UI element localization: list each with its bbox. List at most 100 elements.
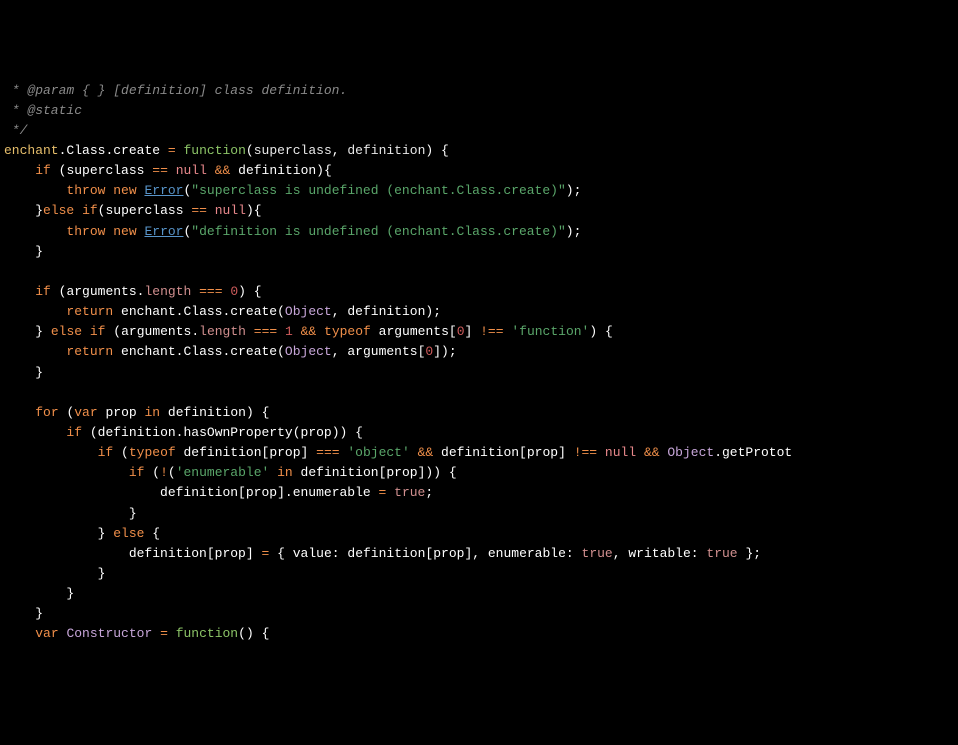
- token-bracket: ]: [301, 445, 309, 460]
- token-identifier: Class: [183, 344, 222, 359]
- token-function-keyword: function: [184, 143, 246, 158]
- token-string: "definition is undefined (enchant.Class.…: [191, 224, 565, 239]
- token-paren: ): [246, 626, 254, 641]
- token-keyword: var: [35, 626, 58, 641]
- token-semicolon: ;: [574, 183, 582, 198]
- comment-line: * @static: [4, 103, 82, 118]
- token-null: null: [215, 203, 246, 218]
- token-operator: =: [168, 143, 176, 158]
- token-brace: }: [35, 203, 43, 218]
- token-identifier: enchant: [121, 344, 176, 359]
- token-paren: ): [238, 284, 246, 299]
- token-brace: {: [152, 526, 160, 541]
- token-operator: !==: [480, 324, 503, 339]
- token-keyword: else: [113, 526, 144, 541]
- token-builtin: Object: [285, 344, 332, 359]
- token-brace: {: [605, 324, 613, 339]
- token-bracket: [: [449, 324, 457, 339]
- token-dot: .: [285, 485, 293, 500]
- token-identifier: definition: [160, 485, 238, 500]
- token-paren: (: [168, 465, 176, 480]
- token-property: writable: [628, 546, 690, 561]
- token-object: enchant: [4, 143, 59, 158]
- token-paren: (: [90, 425, 98, 440]
- token-paren: (: [246, 143, 254, 158]
- token-bool: true: [394, 485, 425, 500]
- token-comma: ,: [332, 143, 340, 158]
- token-brace: }: [129, 506, 137, 521]
- token-identifier: create: [230, 344, 277, 359]
- token-keyword: else: [43, 203, 74, 218]
- token-bracket: ]: [433, 344, 441, 359]
- token-paren: (: [293, 425, 301, 440]
- token-property: enumerable: [293, 485, 371, 500]
- token-comma: ,: [332, 344, 340, 359]
- token-identifier: prop: [527, 445, 558, 460]
- token-dot: .: [191, 324, 199, 339]
- token-bool: true: [582, 546, 613, 561]
- token-paren: (: [152, 465, 160, 480]
- comment-line: */: [4, 123, 27, 138]
- token-paren: ): [246, 405, 254, 420]
- token-brace: }: [66, 586, 74, 601]
- token-dot: .: [714, 445, 722, 460]
- token-operator: !==: [574, 445, 597, 460]
- token-string: 'object': [347, 445, 409, 460]
- token-classname: Constructor: [66, 626, 152, 641]
- token-keyword: in: [277, 465, 293, 480]
- token-bracket: ]: [465, 324, 473, 339]
- token-identifier: definition: [301, 465, 379, 480]
- token-property: enumerable: [488, 546, 566, 561]
- token-identifier: arguments: [379, 324, 449, 339]
- token-paren: ): [589, 324, 597, 339]
- token-param: superclass: [254, 143, 332, 158]
- token-string: 'function': [511, 324, 589, 339]
- token-paren: ): [566, 224, 574, 239]
- token-keyword: return: [66, 304, 113, 319]
- token-paren: (: [277, 344, 285, 359]
- token-identifier: prop: [269, 445, 300, 460]
- token-operator: &&: [644, 445, 660, 460]
- token-null: null: [605, 445, 636, 460]
- token-comma: ,: [613, 546, 621, 561]
- token-operator: &&: [418, 445, 434, 460]
- token-bool: true: [706, 546, 737, 561]
- token-keyword: if: [35, 163, 51, 178]
- token-paren: (: [238, 626, 246, 641]
- token-colon: :: [566, 546, 574, 561]
- token-identifier: create: [113, 143, 160, 158]
- token-number: 0: [230, 284, 238, 299]
- token-type: Error: [144, 183, 183, 198]
- code-editor[interactable]: * @param { } [definition] class definiti…: [0, 81, 958, 645]
- token-bracket: ]: [558, 445, 566, 460]
- token-identifier: definition: [238, 163, 316, 178]
- token-identifier: prop: [433, 546, 464, 561]
- token-identifier: arguments: [347, 344, 417, 359]
- token-operator: ===: [254, 324, 277, 339]
- token-identifier: Class: [183, 304, 222, 319]
- token-brace: }: [35, 244, 43, 259]
- token-null: null: [176, 163, 207, 178]
- token-method: hasOwnProperty: [183, 425, 292, 440]
- token-keyword: if: [82, 203, 98, 218]
- token-keyword: throw: [66, 183, 105, 198]
- token-operator: !: [160, 465, 168, 480]
- token-colon: :: [691, 546, 699, 561]
- token-brace: {: [262, 626, 270, 641]
- token-keyword: new: [113, 224, 136, 239]
- token-param: definition: [347, 143, 425, 158]
- token-identifier: definition: [347, 304, 425, 319]
- token-operator: ===: [316, 445, 339, 460]
- token-brace: }: [98, 566, 106, 581]
- token-brace: {: [254, 203, 262, 218]
- token-brace: {: [277, 546, 285, 561]
- token-bracket: [: [519, 445, 527, 460]
- token-paren: (: [277, 304, 285, 319]
- token-paren: ): [246, 203, 254, 218]
- token-bracket: ]: [246, 546, 254, 561]
- token-method: getProtot: [722, 445, 792, 460]
- token-identifier: definition: [168, 405, 246, 420]
- token-identifier: definition: [98, 425, 176, 440]
- token-brace: {: [262, 405, 270, 420]
- token-operator: &&: [215, 163, 231, 178]
